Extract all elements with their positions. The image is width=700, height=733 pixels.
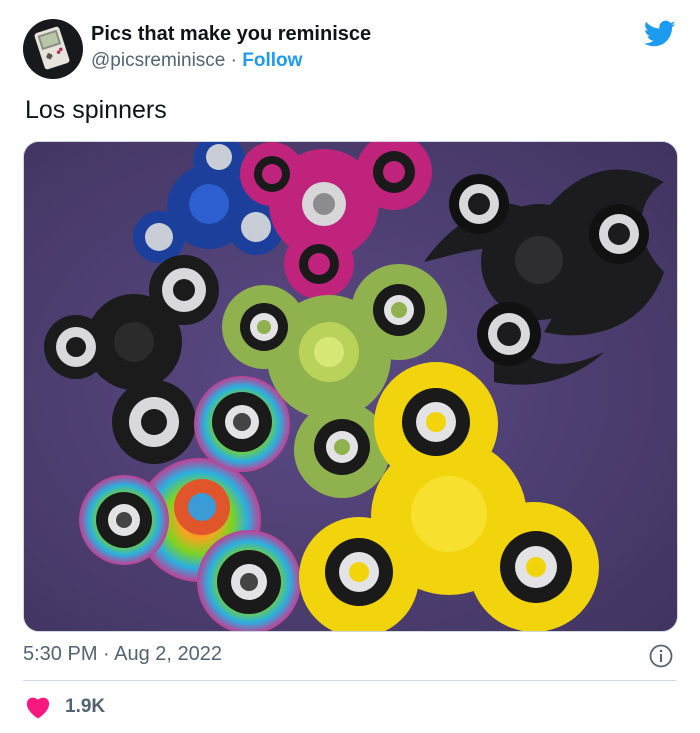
timestamp[interactable]: 5:30 PM · Aug 2, 2022 — [23, 643, 222, 666]
avatar[interactable] — [23, 19, 83, 79]
like-count: 1.9K — [65, 696, 106, 717]
tweet-photo[interactable] — [23, 141, 678, 632]
separator: · — [225, 50, 243, 71]
twitter-bird-icon[interactable] — [644, 20, 676, 48]
like-action[interactable]: 1.9K — [25, 694, 105, 720]
fidget-spinners-photo — [24, 142, 677, 631]
info-icon[interactable] — [649, 644, 673, 668]
tweet-text: Los spinners — [25, 96, 167, 124]
follow-button[interactable]: Follow — [242, 50, 302, 71]
handle-row: @picsreminisce · Follow — [91, 50, 302, 72]
gameboy-icon — [34, 26, 70, 70]
display-name[interactable]: Pics that make you reminisce — [91, 23, 371, 46]
heart-icon[interactable] — [25, 695, 51, 719]
divider — [23, 680, 676, 681]
handle[interactable]: @picsreminisce — [91, 50, 225, 71]
